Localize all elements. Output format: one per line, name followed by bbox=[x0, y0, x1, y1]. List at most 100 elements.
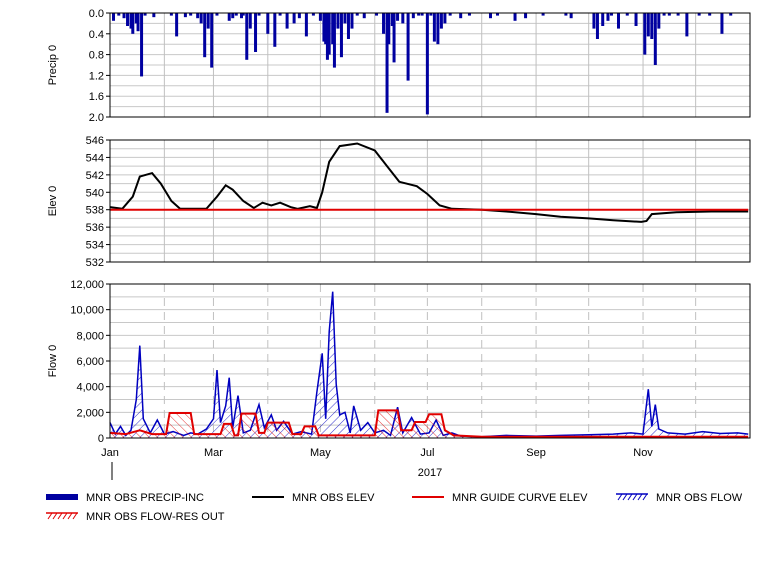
panel-elev: 546 544 542 540 538 536 534 532 Elev 0 bbox=[47, 135, 751, 269]
precip-bar bbox=[411, 13, 415, 19]
precip-bar bbox=[685, 13, 689, 37]
precip-bar bbox=[112, 13, 116, 21]
precip-bar bbox=[606, 13, 610, 21]
precip-bar bbox=[592, 13, 596, 29]
precip-bar bbox=[292, 13, 296, 24]
x-tick-label: May bbox=[310, 447, 331, 459]
legend-entry: MNR OBS PRECIP-INC bbox=[46, 492, 204, 504]
precip-bar bbox=[248, 13, 252, 29]
y-tick-label: 544 bbox=[86, 152, 104, 164]
precip-bar bbox=[336, 13, 340, 29]
precip-bar bbox=[459, 13, 463, 19]
precip-bar bbox=[136, 13, 140, 32]
legend-swatch-hatch bbox=[627, 493, 633, 501]
legend-entry: MNR GUIDE CURVE ELEV bbox=[412, 492, 588, 504]
precip-bar bbox=[595, 13, 599, 39]
legend-swatch-hatch bbox=[632, 493, 638, 501]
y-axis-label: Flow 0 bbox=[47, 345, 59, 377]
precip-bar bbox=[643, 13, 647, 55]
precip-bar bbox=[318, 13, 322, 21]
y-tick-label: 6,000 bbox=[76, 356, 104, 368]
precip-bar bbox=[653, 13, 657, 65]
precip-bar bbox=[387, 13, 391, 45]
precip-bar bbox=[650, 13, 654, 39]
y-tick-label: 1.2 bbox=[89, 70, 104, 82]
legend-entry: MNR OBS FLOW bbox=[616, 492, 743, 504]
precip-bar bbox=[196, 13, 200, 19]
legend-swatch-bar bbox=[46, 494, 78, 500]
y-tick-label: 546 bbox=[86, 135, 104, 147]
precip-bar bbox=[210, 13, 214, 68]
y-tick-label: 2.0 bbox=[89, 112, 104, 124]
y-axis-label: Precip 0 bbox=[47, 45, 59, 85]
precip-bar bbox=[346, 13, 350, 39]
precip-bar bbox=[304, 13, 308, 37]
legend-swatch-hatch bbox=[617, 493, 623, 501]
x-tick-label: Jan bbox=[101, 447, 119, 459]
precip-bar bbox=[406, 13, 410, 81]
legend-label: MNR OBS FLOW-RES OUT bbox=[86, 511, 225, 523]
precip-bar bbox=[436, 13, 440, 45]
precip-bar bbox=[513, 13, 517, 21]
precip-bar bbox=[183, 13, 187, 18]
y-tick-label: 540 bbox=[86, 187, 104, 199]
precip-bar bbox=[199, 13, 203, 24]
y-tick-label: 534 bbox=[86, 240, 104, 252]
x-tick-label: Sep bbox=[526, 447, 546, 459]
legend-swatch-hatch bbox=[642, 493, 648, 501]
x-tick-label: Jul bbox=[420, 447, 434, 459]
panel-precip: 0.0 0.4 0.8 1.2 1.6 2.0 Precip 0 bbox=[47, 8, 751, 124]
y-tick-label: 532 bbox=[86, 257, 104, 269]
y-tick-label: 1.6 bbox=[89, 91, 104, 103]
precip-bar bbox=[432, 13, 436, 42]
legend-swatch-hatch bbox=[47, 512, 53, 520]
precip-bar bbox=[634, 13, 638, 26]
precip-bar bbox=[488, 13, 492, 19]
precip-bar bbox=[231, 13, 235, 19]
precip-bar bbox=[439, 13, 443, 29]
y-tick-label: 536 bbox=[86, 222, 104, 234]
hydrology-chart: 0.0 0.4 0.8 1.2 1.6 2.0 Precip 0 546 544 542 540 53… bbox=[46, 8, 751, 523]
precip-bar bbox=[425, 13, 429, 115]
legend-swatch-hatch bbox=[637, 493, 643, 501]
y-tick-label: 12,000 bbox=[70, 279, 104, 291]
chart-panels: 0.0 0.4 0.8 1.2 1.6 2.0 Precip 0 546 544 542 540 53… bbox=[47, 8, 751, 445]
precip-bar bbox=[206, 13, 210, 29]
precip-bar bbox=[646, 13, 650, 37]
y-tick-label: 0.8 bbox=[89, 50, 104, 62]
precip-bar bbox=[332, 13, 336, 68]
panel-flow: 12,000 10,000 8,000 6,000 4,000 2,000 0 Flow 0 bbox=[47, 279, 751, 445]
precip-bar bbox=[657, 13, 661, 29]
legend: MNR OBS PRECIP-INC MNR OBS ELEV MNR GUIDE … bbox=[46, 492, 743, 523]
y-tick-label: 0 bbox=[98, 433, 104, 445]
precip-bar bbox=[227, 13, 231, 21]
precip-bar bbox=[569, 13, 573, 19]
precip-bar bbox=[392, 13, 396, 63]
precip-bar bbox=[396, 13, 400, 21]
y-tick-label: 4,000 bbox=[76, 382, 104, 394]
precip-bar bbox=[245, 13, 249, 60]
x-tick-label: Nov bbox=[633, 447, 653, 459]
precip-bar bbox=[524, 13, 528, 19]
y-tick-label: 10,000 bbox=[70, 305, 104, 317]
precip-bar bbox=[140, 13, 144, 77]
y-axis-label: Elev 0 bbox=[47, 186, 59, 217]
y-tick-label: 538 bbox=[86, 205, 104, 217]
precip-bar bbox=[131, 13, 135, 34]
precip-bar bbox=[266, 13, 270, 34]
y-tick-label: 2,000 bbox=[76, 407, 104, 419]
legend-swatch-hatch bbox=[72, 512, 78, 520]
precip-bar bbox=[273, 13, 277, 47]
precip-bar bbox=[343, 13, 347, 24]
legend-swatch-hatch bbox=[62, 512, 68, 520]
x-tick-label: Mar bbox=[204, 447, 223, 459]
legend-swatch-hatch bbox=[622, 493, 628, 501]
legend-entry: MNR OBS ELEV bbox=[252, 492, 375, 504]
precip-bar bbox=[601, 13, 605, 26]
y-tick-label: 0.4 bbox=[89, 29, 104, 41]
precip-bar bbox=[175, 13, 179, 37]
year-label: 2017 bbox=[418, 467, 442, 479]
precip-bar bbox=[350, 13, 354, 29]
y-tick-label: 8,000 bbox=[76, 330, 104, 342]
precip-bar bbox=[122, 13, 126, 19]
